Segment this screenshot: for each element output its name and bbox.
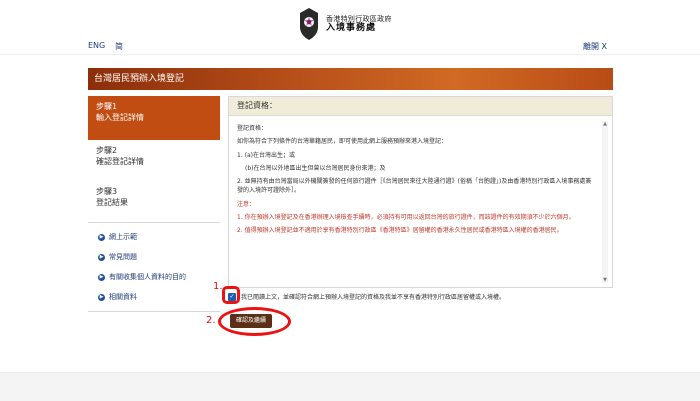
content-item-1a: 1. (a)在台灣出生；或	[237, 151, 295, 159]
scroll-up-icon[interactable]: ▲	[602, 121, 608, 127]
content-intro: 如你為符合下列條件的台灣華籍居民，即可使用此網上服務預辦來港入境登記：	[237, 138, 448, 146]
notice-1: 1. 你在預辦入境登記及在香港辦理入境檢查手續時，必須持有可用以返回台灣的旅行證…	[237, 214, 575, 222]
step-number: 步驟1	[96, 102, 118, 111]
panel-title: 登記資格：	[229, 97, 612, 116]
step-number: 步驟2	[96, 146, 118, 155]
step-1: 步驟1 輸入登記詳情	[88, 96, 220, 140]
agree-label: 我已閱讀上文，並確認符合網上預辦入境登記的資格及我並不享有香港特別行政區居留權或…	[241, 294, 506, 301]
content-scrollbar[interactable]: ▲ ▼	[602, 121, 608, 283]
scroll-down-icon[interactable]: ▼	[602, 277, 608, 283]
eligibility-text[interactable]: 登記資格： 如你為符合下列條件的台灣華籍居民，即可使用此網上服務預辦來港入境登記…	[235, 121, 597, 283]
hksar-emblem-icon	[300, 8, 318, 40]
content-item-1b: (b)在台灣以外地區出生但曾以台灣居民身份來港；及	[245, 164, 386, 172]
annotation-highlight-checkbox	[222, 286, 240, 304]
page-title: 台灣居民預辦入境登記	[88, 68, 613, 90]
top-header: 香港特別行政區政府 入境事務處 ENG 简 離開 X	[0, 0, 700, 55]
link-label: 常見問題	[109, 253, 137, 261]
step-list: 步驟1 輸入登記詳情 步驟2 確認登記詳情 步驟3 登記結果	[88, 96, 220, 222]
lang-english-link[interactable]: ENG	[88, 41, 105, 50]
link-faq[interactable]: ▶ 常見問題	[88, 247, 220, 267]
step-label: 輸入登記詳情	[96, 112, 144, 122]
logo-line2: 入境事務處	[326, 22, 377, 33]
step-3: 步驟3 登記結果	[88, 181, 220, 222]
step-label: 確認登記詳情	[96, 156, 144, 166]
lang-simplified-link[interactable]: 简	[115, 41, 123, 52]
immd-logo[interactable]: 香港特別行政區政府 入境事務處	[298, 6, 408, 42]
step-number: 步驟3	[96, 187, 118, 196]
step-2: 步驟2 確認登記詳情	[88, 140, 220, 181]
link-label: 相關資料	[109, 293, 137, 301]
agree-row: ✓ 我已閱讀上文，並確認符合網上預辦入境登記的資格及我並不享有香港特別行政區居留…	[228, 292, 505, 301]
link-label: 有關收集個人資料的目的	[109, 273, 186, 281]
arrow-circle-icon: ▶	[98, 273, 105, 281]
page-footer	[0, 372, 700, 401]
exit-link[interactable]: 離開 X	[583, 41, 607, 52]
logo-line1: 香港特別行政區政府	[326, 14, 392, 23]
side-links: ▶ 網上示範 ▶ 常見問題 ▶ 有關收集個人資料的目的 ▶ 相關資料	[88, 222, 220, 312]
annotation-highlight-button	[218, 307, 291, 336]
link-online-demo[interactable]: ▶ 網上示範	[88, 227, 220, 247]
annotation-number-2: 2.	[206, 315, 216, 326]
content-item-2: 2. 並無持有由台灣當局以外機關簽發的任何旅行證件［《台灣居民來往大陸通行證》(…	[237, 178, 592, 195]
link-label: 網上示範	[109, 233, 137, 241]
eligibility-panel: 登記資格： 登記資格： 如你為符合下列條件的台灣華籍居民，即可使用此網上服務預辦…	[228, 96, 613, 288]
arrow-circle-icon: ▶	[98, 253, 105, 261]
link-privacy-purpose[interactable]: ▶ 有關收集個人資料的目的	[88, 267, 220, 287]
notice-2: 2. 值得預辦入境登記並不適用於享有香港特別行政區《香港特區》居留權的香港永久性…	[237, 227, 563, 235]
arrow-circle-icon: ▶	[98, 233, 105, 241]
arrow-circle-icon: ▶	[98, 293, 105, 301]
step-label: 登記結果	[96, 197, 128, 207]
link-related-info[interactable]: ▶ 相關資料	[88, 287, 220, 307]
content-heading: 登記資格：	[237, 125, 268, 132]
notice-label: 注意：	[237, 200, 256, 208]
